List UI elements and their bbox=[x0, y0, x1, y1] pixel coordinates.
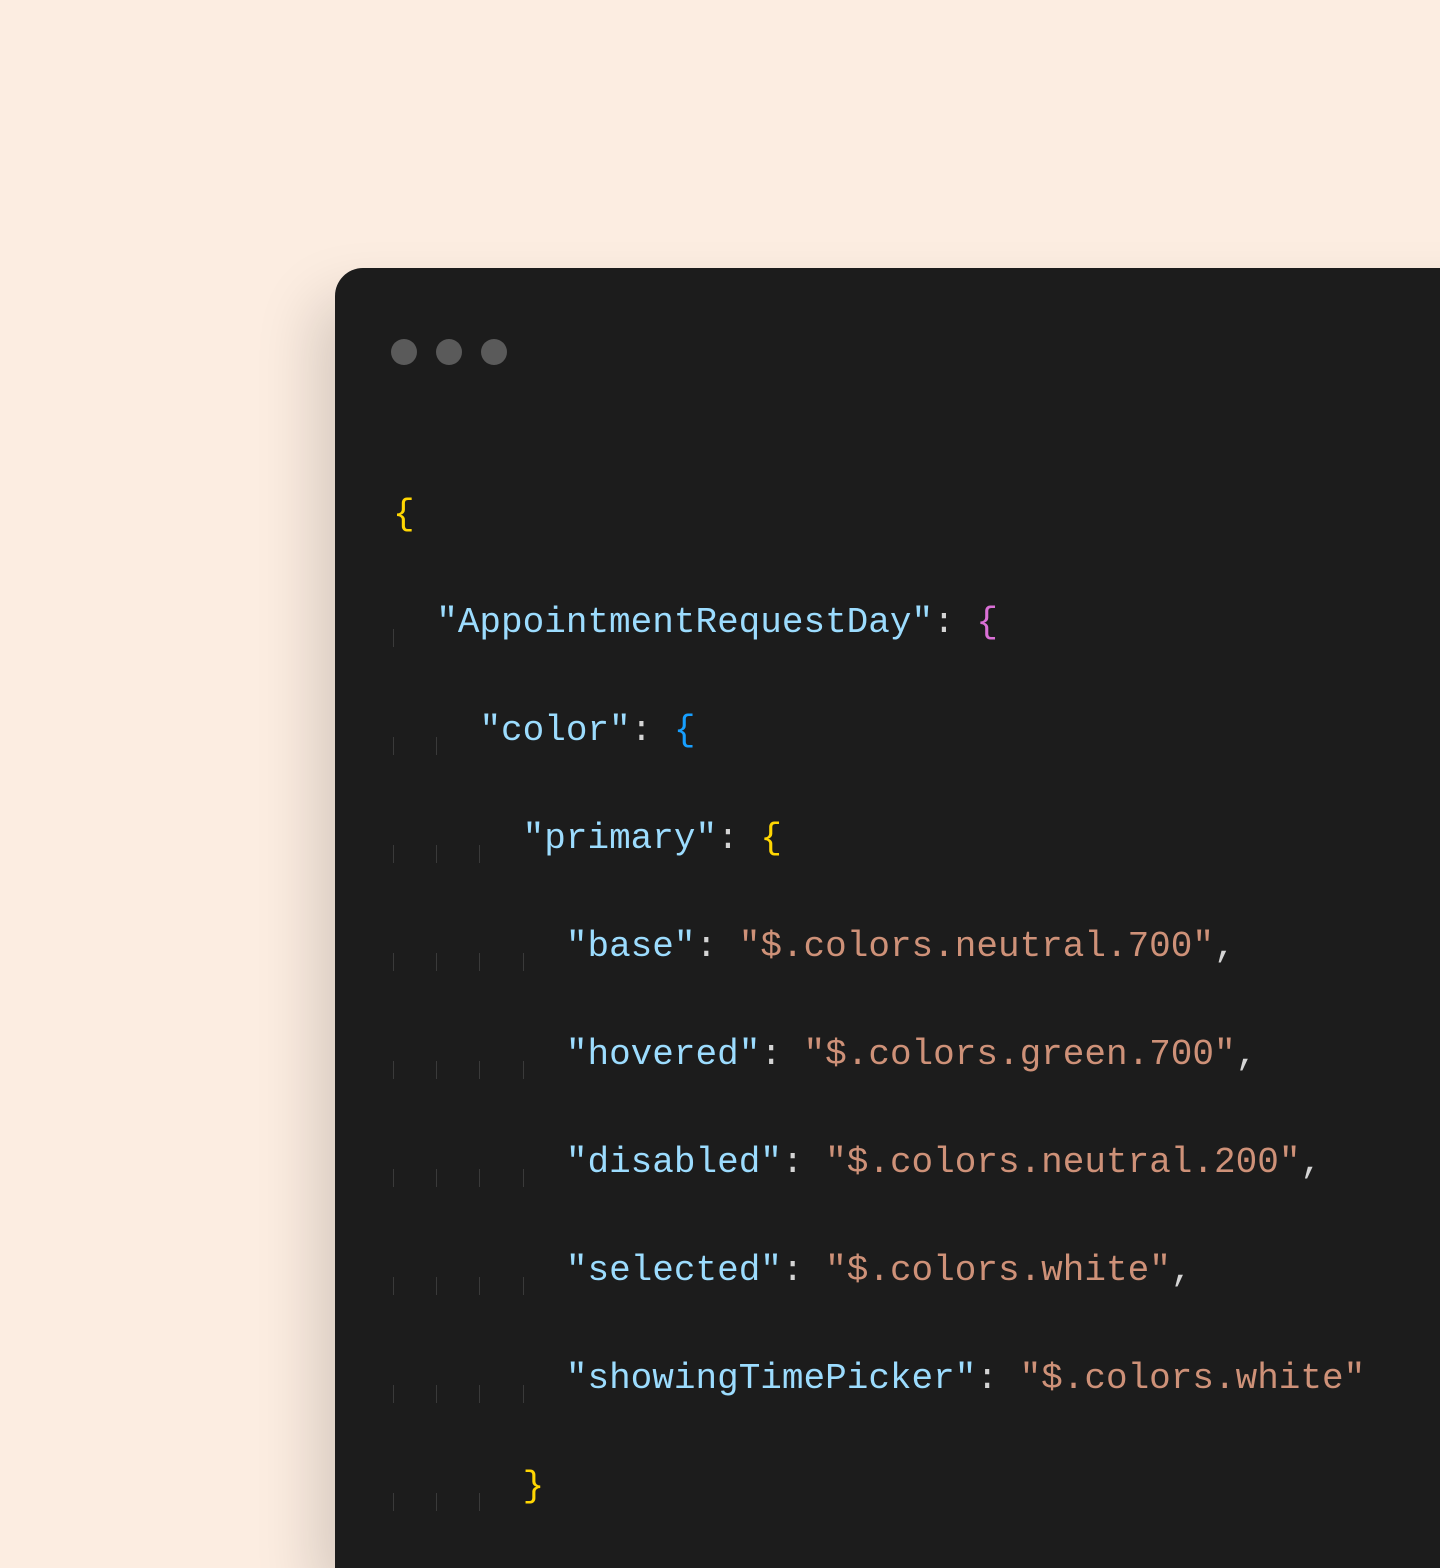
window-titlebar bbox=[335, 268, 1440, 378]
traffic-light-close[interactable] bbox=[391, 339, 417, 365]
code-editor-content: { "AppointmentRequestDay": { "color": { … bbox=[335, 378, 1440, 1568]
traffic-light-zoom[interactable] bbox=[481, 339, 507, 365]
editor-window: { "AppointmentRequestDay": { "color": { … bbox=[335, 268, 1440, 1568]
traffic-light-minimize[interactable] bbox=[436, 339, 462, 365]
